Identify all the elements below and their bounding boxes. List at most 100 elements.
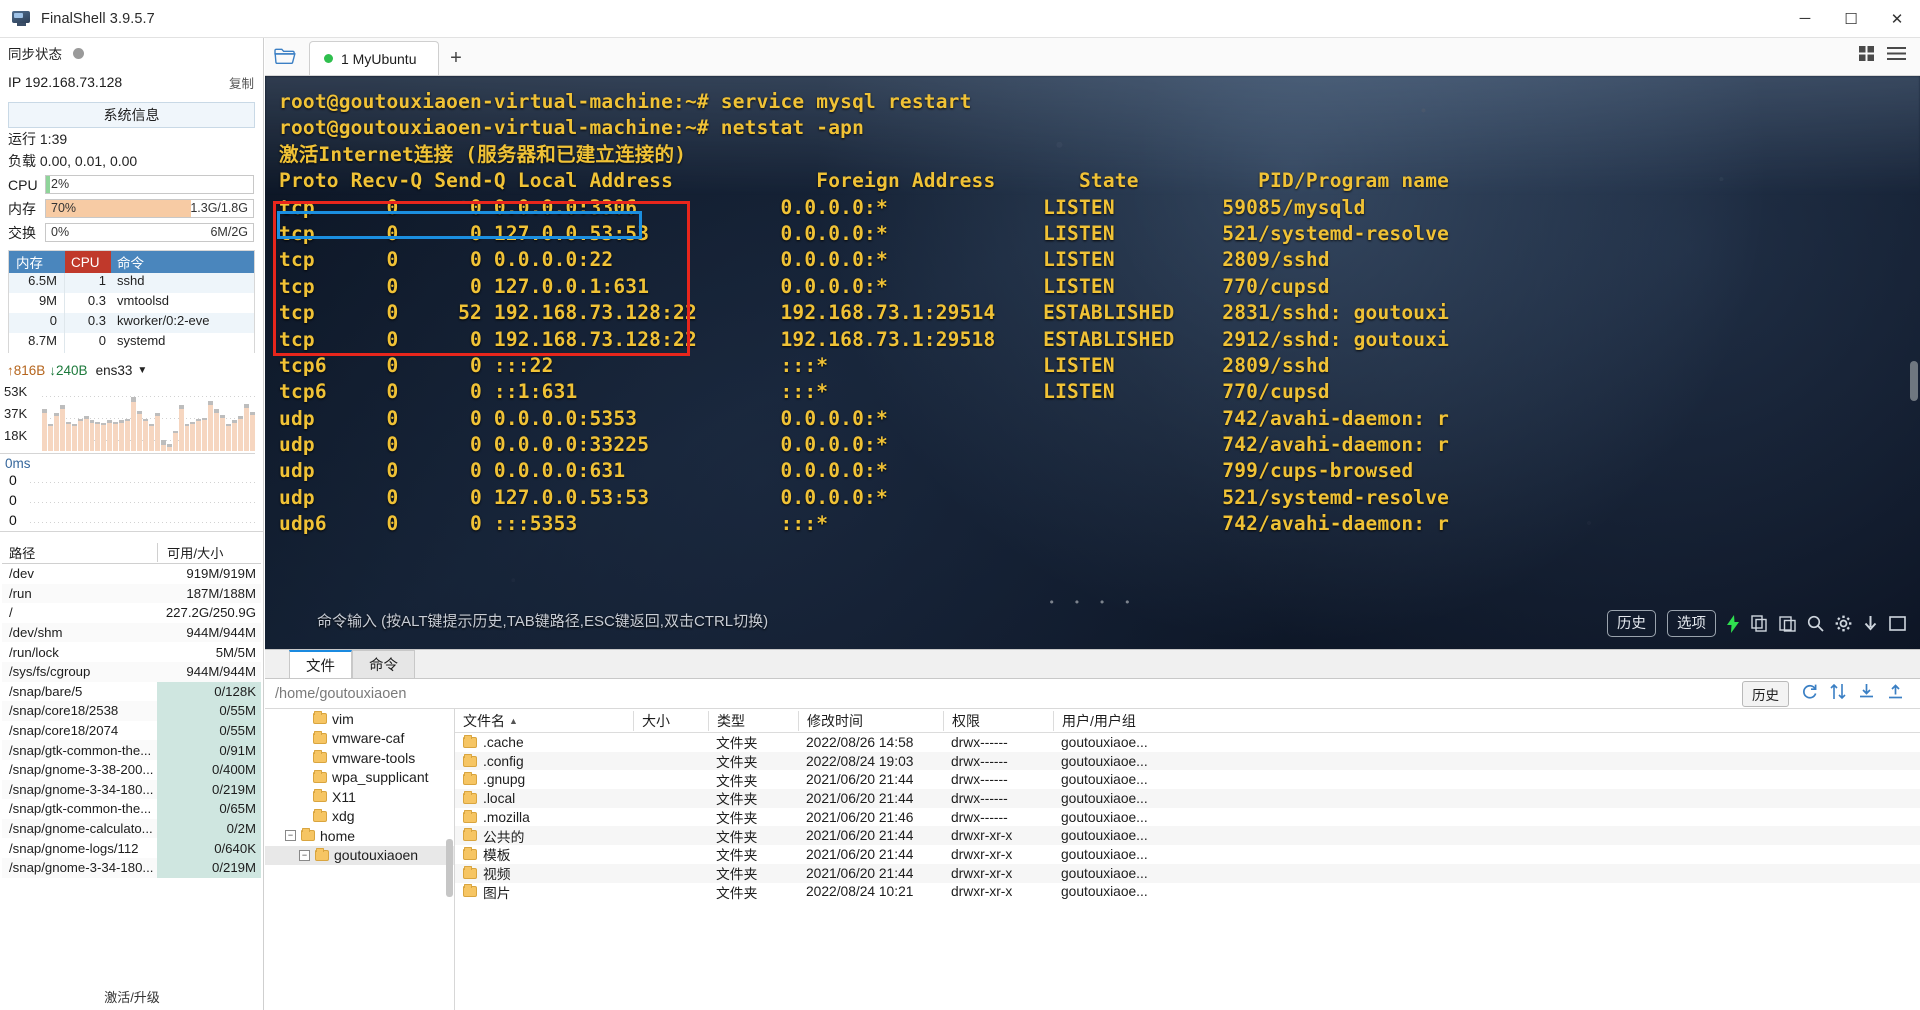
file-row[interactable]: .gnupg 文件夹 2021/06/20 21:44 drwx------ gouto… <box>455 770 1920 789</box>
process-col-cmd[interactable]: 命令 <box>111 251 254 273</box>
maximize-button[interactable]: ☐ <box>1828 0 1874 38</box>
disk-row[interactable]: /snap/core18/2538 0/55M <box>2 701 261 721</box>
file-col-time[interactable]: 修改时间 <box>798 710 943 731</box>
list-view-icon[interactable] <box>1887 46 1906 66</box>
file-panel-tab-文件[interactable]: 文件 <box>289 650 352 678</box>
terminal-scrollbar[interactable] <box>1910 361 1918 401</box>
file-row[interactable]: .local 文件夹 2021/06/20 21:44 drwx------ gouto… <box>455 789 1920 808</box>
close-button[interactable]: ✕ <box>1874 0 1920 38</box>
window-icon[interactable] <box>1889 616 1906 631</box>
file-name-cell: 模板 <box>455 844 633 864</box>
system-info-button[interactable]: 系统信息 <box>8 102 255 128</box>
file-col-name[interactable]: 文件名 ▲ <box>455 711 633 731</box>
process-row[interactable]: 6.5M 1 sshd <box>9 273 254 293</box>
disk-row[interactable]: /snap/gnome-logs/112 0/640K <box>2 838 261 858</box>
process-mem: 0 <box>9 313 65 333</box>
tree-node[interactable]: vmware-caf <box>265 729 454 749</box>
file-row[interactable]: 模板 文件夹 2021/06/20 21:44 drwxr-xr-x goutouxia… <box>455 845 1920 864</box>
process-col-cpu[interactable]: CPU <box>65 251 111 273</box>
network-interface-label[interactable]: ens33 <box>96 363 133 378</box>
disk-row[interactable]: /sys/fs/cgroup 944M/944M <box>2 661 261 682</box>
file-row[interactable]: 视频 文件夹 2021/06/20 21:44 drwxr-xr-x goutouxia… <box>455 863 1920 883</box>
terminal-options-button[interactable]: 选项 <box>1667 610 1716 637</box>
disk-col-path[interactable]: 路径 <box>2 543 157 562</box>
disk-row[interactable]: /snap/gnome-3-34-180... 0/219M <box>2 857 261 878</box>
sort-icon[interactable] <box>1830 683 1846 705</box>
disk-row[interactable]: /run/lock 5M/5M <box>2 642 261 662</box>
tree-node[interactable]: vmware-tools <box>265 748 454 768</box>
disk-row[interactable]: /snap/gnome-3-38-200... 0/400M <box>2 759 261 780</box>
session-tab-strip: 1 MyUbuntu + <box>265 38 1920 76</box>
process-row[interactable]: 0 0.3 kworker/0:2-eve <box>9 313 254 333</box>
process-col-mem[interactable]: 内存 <box>9 251 65 273</box>
disk-row[interactable]: /dev 919M/919M <box>2 564 261 584</box>
tree-node[interactable]: vim <box>265 709 454 729</box>
terminal-output[interactable]: root@goutouxiaoen-virtual-machine:~# ser… <box>265 76 1920 649</box>
sync-status-label: 同步状态 <box>8 47 62 62</box>
process-cmd: kworker/0:2-eve <box>117 313 210 328</box>
file-row[interactable]: .cache 文件夹 2022/08/26 14:58 drwx------ gouto… <box>455 733 1920 752</box>
file-panel-tab-命令[interactable]: 命令 <box>352 650 415 678</box>
tree-node[interactable]: − home <box>265 826 454 846</box>
upload-file-icon[interactable] <box>1887 683 1904 705</box>
disk-row[interactable]: / 227.2G/250.9G <box>2 603 261 623</box>
directory-tree[interactable]: vim vmware-caf vmware-tools wpa_supplicant X… <box>265 709 455 1010</box>
disk-row[interactable]: /snap/bare/5 0/128K <box>2 681 261 702</box>
tree-node[interactable]: X11 <box>265 787 454 807</box>
disk-row[interactable]: /snap/gnome-calculato... 0/2M <box>2 818 261 839</box>
disk-row[interactable]: /snap/core18/2074 0/55M <box>2 720 261 741</box>
open-folder-icon[interactable] <box>265 37 305 75</box>
disk-row[interactable]: /run 187M/188M <box>2 583 261 604</box>
file-col-user[interactable]: 用户/用户组 <box>1053 710 1213 731</box>
disk-usage-table: 路径 可用/大小 /dev 919M/919M/run 187M/188M / 227.… <box>2 541 261 878</box>
file-list-header: 文件名 ▲ 大小 类型 修改时间 权限 用户/用户组 <box>455 709 1920 733</box>
disk-path: /snap/gnome-3-38-200... <box>9 762 154 778</box>
gear-icon[interactable] <box>1835 615 1852 632</box>
file-col-size[interactable]: 大小 <box>633 710 708 731</box>
process-row[interactable]: 8.7M 0 systemd <box>9 333 254 353</box>
file-col-type[interactable]: 类型 <box>708 710 798 731</box>
session-tab-myubuntu[interactable]: 1 MyUbuntu <box>309 41 439 75</box>
disk-row[interactable]: /snap/gnome-3-34-180... 0/219M <box>2 779 261 800</box>
lightning-icon[interactable] <box>1727 614 1740 633</box>
chevron-down-icon[interactable]: ▼ <box>137 365 147 376</box>
download-icon[interactable] <box>1863 615 1878 632</box>
file-name: .cache <box>483 734 524 750</box>
activate-upgrade-link[interactable]: 激活/升级 <box>0 987 263 1006</box>
tree-scrollbar[interactable] <box>446 839 453 897</box>
current-path[interactable]: /home/goutouxiaoen <box>275 686 406 702</box>
copy-ip-button[interactable]: 复制 <box>229 73 254 92</box>
file-user: goutouxiaoe... <box>1061 865 1148 881</box>
terminal-history-button[interactable]: 历史 <box>1607 610 1656 637</box>
paste-icon[interactable] <box>1779 615 1796 632</box>
disk-col-size[interactable]: 可用/大小 <box>157 542 261 562</box>
copy-icon[interactable] <box>1751 615 1768 632</box>
file-row[interactable]: 公共的 文件夹 2021/06/20 21:44 drwxr-xr-x goutouxi… <box>455 826 1920 846</box>
disk-row[interactable]: /dev/shm 944M/944M <box>2 622 261 643</box>
file-row[interactable]: 图片 文件夹 2022/08/24 10:21 drwxr-xr-x goutouxia… <box>455 883 1920 902</box>
new-tab-button[interactable]: + <box>439 41 473 75</box>
refresh-icon[interactable] <box>1801 683 1818 705</box>
disk-row[interactable]: /snap/gtk-common-the... 0/91M <box>2 740 261 760</box>
disk-size: 5M/5M <box>215 644 256 660</box>
tree-expander-icon[interactable]: − <box>299 849 310 861</box>
search-icon[interactable] <box>1807 615 1824 632</box>
grid-view-icon[interactable] <box>1858 45 1875 67</box>
tree-node[interactable]: xdg <box>265 807 454 827</box>
process-row[interactable]: 9M 0.3 vmtoolsd <box>9 293 254 313</box>
command-input-hint[interactable]: 命令输入 (按ALT键提示历史,TAB键路径,ESC键返回,双击CTRL切换) <box>317 610 768 631</box>
tree-node[interactable]: − goutouxiaoen <box>265 845 454 865</box>
net-bar <box>83 416 89 451</box>
disk-row[interactable]: /snap/gtk-common-the... 0/65M <box>2 799 261 819</box>
tree-expander-icon[interactable]: − <box>285 830 296 842</box>
file-row[interactable]: .config 文件夹 2022/08/24 19:03 drwx------ gout… <box>455 751 1920 771</box>
minimize-button[interactable]: ─ <box>1782 0 1828 38</box>
file-row[interactable]: .mozilla 文件夹 2021/06/20 21:46 drwx------ gou… <box>455 808 1920 827</box>
terminal-resize-handle[interactable]: • • • • <box>1048 596 1136 609</box>
download-file-icon[interactable] <box>1858 683 1875 705</box>
file-col-perm[interactable]: 权限 <box>943 710 1053 731</box>
file-name: 模板 <box>483 848 511 864</box>
tree-node[interactable]: wpa_supplicant <box>265 768 454 788</box>
file-history-button[interactable]: 历史 <box>1742 680 1789 707</box>
net-bar <box>131 397 136 451</box>
